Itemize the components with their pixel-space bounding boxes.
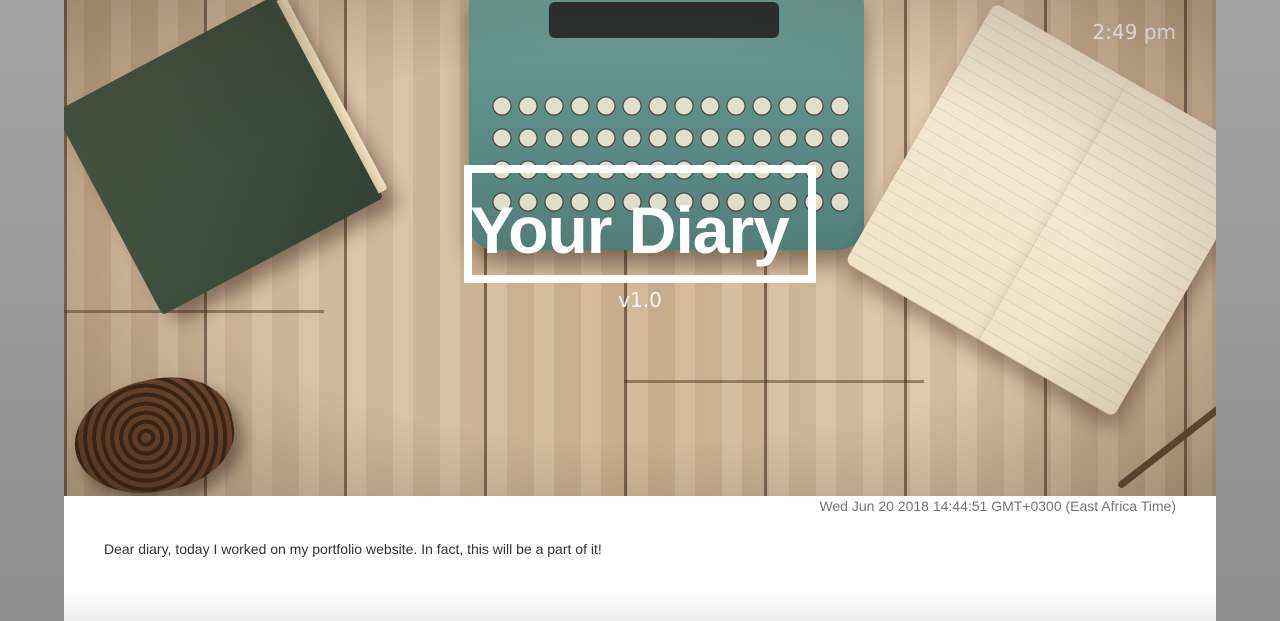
left-backdrop [0,0,64,621]
page-title: Your Diary [470,193,790,267]
entry-timestamp: Wed Jun 20 2018 14:44:51 GMT+0300 (East … [819,498,1176,514]
right-backdrop [1216,0,1280,621]
bottom-fade [64,591,1216,621]
pine-cone-image [64,364,244,496]
twig-image [1116,397,1216,490]
diary-app: 2:49 pm Your Diary v1.0 Wed Jun 20 2018 … [64,0,1216,621]
plank-seam [624,380,924,383]
green-book-image [64,0,388,316]
hero-banner: 2:49 pm Your Diary v1.0 [64,0,1216,496]
entry-text: Dear diary, today I worked on my portfol… [104,541,602,557]
notebook-image [844,2,1216,418]
clock: 2:49 pm [1092,20,1176,44]
version-label: v1.0 [618,288,662,312]
